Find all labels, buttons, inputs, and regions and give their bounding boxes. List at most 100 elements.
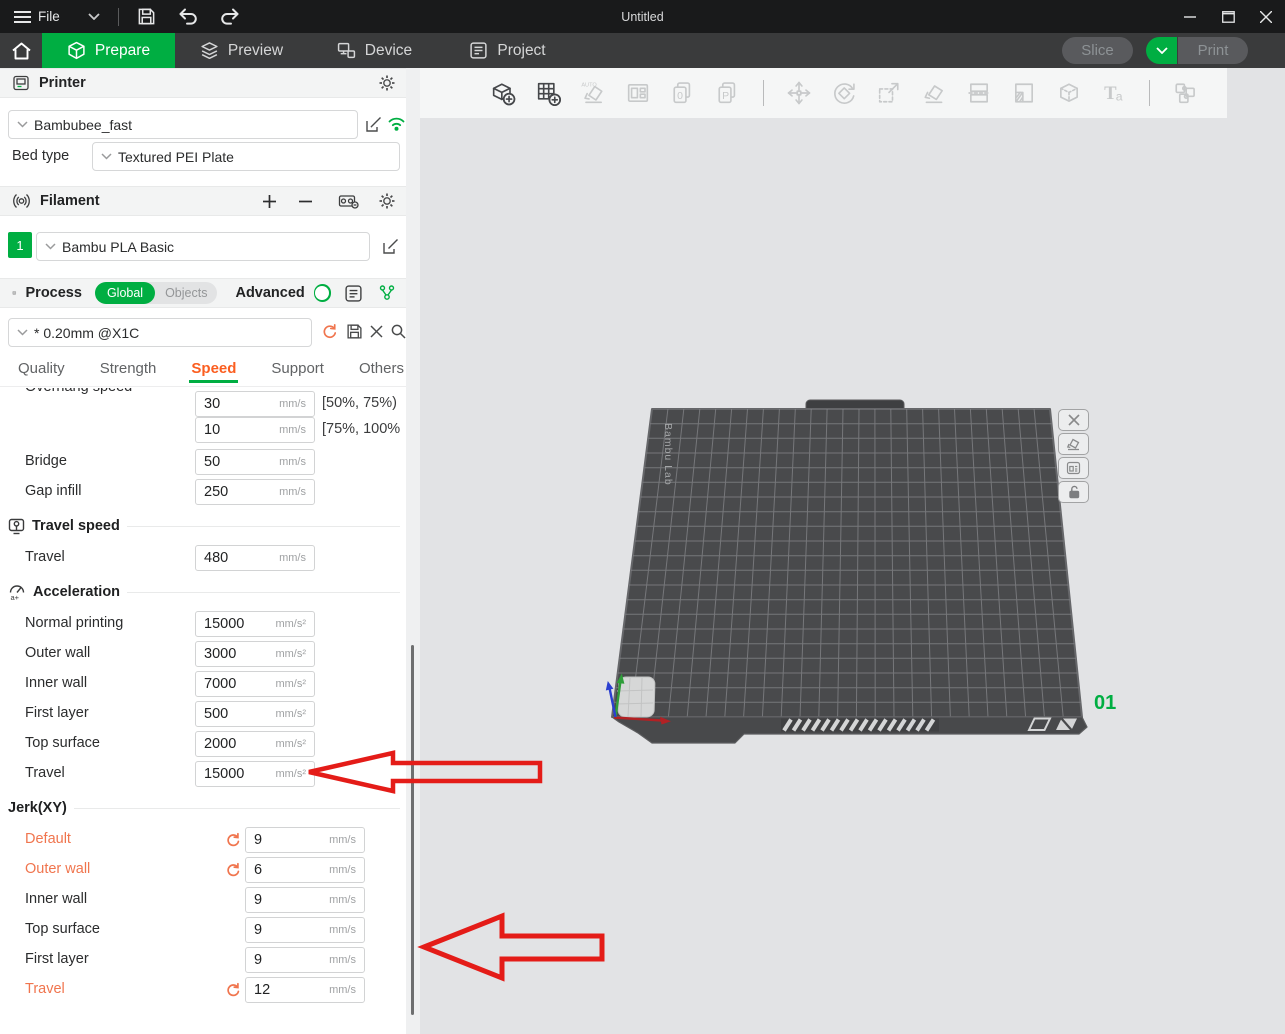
print-dropdown-button[interactable] [1146, 37, 1177, 64]
add-plate-button[interactable] [529, 73, 567, 113]
sidebar-scrollbar[interactable] [411, 645, 414, 1015]
maximize-icon [1222, 11, 1235, 23]
scope-objects-button[interactable]: Objects [155, 286, 217, 300]
wipe-pad [618, 677, 655, 717]
build-plate[interactable] [612, 409, 1082, 717]
tab-label: Device [365, 42, 412, 60]
lock-plate-button[interactable] [1058, 481, 1089, 503]
bed-type-select[interactable]: Textured PEI Plate [92, 142, 400, 171]
slice-button[interactable]: Slice [1062, 37, 1133, 64]
plate-corner-mark [1056, 719, 1077, 731]
setting-input[interactable]: 6mm/s [245, 857, 365, 883]
tab-strength[interactable]: Strength [98, 356, 159, 383]
tab-preview[interactable]: Preview [175, 33, 308, 68]
setting-unit: mm/s [329, 984, 356, 996]
redo-button[interactable] [212, 0, 248, 33]
file-menu-dropdown[interactable] [80, 0, 108, 33]
tab-speed[interactable]: Speed [189, 356, 238, 383]
setting-input[interactable]: 9mm/s [245, 947, 365, 973]
setting-input[interactable]: 2000mm/s² [195, 731, 315, 757]
settings-group-title: Jerk(XY) [8, 800, 67, 816]
add-model-button[interactable] [484, 73, 522, 113]
filament-slot-badge[interactable]: 1 [8, 232, 32, 258]
plate-number-label[interactable]: 01 [1094, 692, 1116, 715]
filament-settings-button[interactable] [378, 192, 396, 210]
scope-global-button[interactable]: Global [95, 282, 155, 304]
axis-indicator [606, 674, 671, 725]
setting-row: Default9mm/s [0, 827, 406, 853]
reset-preset-button[interactable] [321, 323, 338, 340]
edit-printer-button[interactable] [364, 115, 383, 134]
setting-input[interactable]: 3000mm/s² [195, 641, 315, 667]
process-preset-select[interactable]: * 0.20mm @X1C [8, 318, 312, 347]
advanced-toggle[interactable] [314, 284, 331, 302]
setting-input[interactable]: 15000mm/s² [195, 761, 315, 787]
scale-icon [875, 79, 903, 107]
arrange-icon [624, 79, 652, 107]
tab-prepare[interactable]: Prepare [42, 33, 175, 68]
divider [127, 526, 400, 527]
printer-connection-button[interactable] [387, 115, 406, 132]
minimize-button[interactable] [1171, 0, 1209, 33]
setting-input[interactable]: 12mm/s [245, 977, 365, 1003]
setting-input[interactable]: 500mm/s² [195, 701, 315, 727]
delete-plate-button[interactable] [1058, 409, 1089, 431]
chevron-down-icon [101, 153, 112, 160]
reset-icon[interactable] [225, 832, 241, 848]
setting-row: Travel15000mm/s² [0, 761, 406, 787]
setting-input[interactable]: 9mm/s [245, 887, 365, 913]
printer-settings-button[interactable] [378, 74, 396, 92]
tab-quality[interactable]: Quality [16, 356, 67, 383]
setting-input[interactable]: 30mm/s [195, 391, 315, 417]
setting-input[interactable]: 9mm/s [245, 917, 365, 943]
assembly-button [1166, 73, 1204, 113]
close-button[interactable] [1247, 0, 1285, 33]
slice-label: Slice [1081, 42, 1114, 59]
tab-device[interactable]: Device [308, 33, 441, 68]
ams-sync-button[interactable] [338, 192, 359, 210]
setting-input[interactable]: 10mm/s [195, 417, 315, 443]
delete-preset-button[interactable] [370, 325, 383, 338]
edit-filament-button[interactable] [381, 237, 400, 256]
tab-others[interactable]: Others [357, 356, 406, 383]
print-button[interactable]: Print [1178, 37, 1248, 64]
setting-label: Travel [25, 549, 65, 565]
setting-row: First layer500mm/s² [0, 701, 406, 727]
plate-settings-button[interactable] [1058, 457, 1089, 479]
maximize-button[interactable] [1209, 0, 1247, 33]
home-button[interactable] [0, 33, 42, 68]
setting-input[interactable]: 250mm/s [195, 479, 315, 505]
printer-preset-select[interactable]: Bambubee_fast [8, 110, 358, 139]
file-menu-button[interactable]: File [6, 0, 68, 33]
auto-orient-icon: AUTO [579, 79, 607, 107]
add-filament-button[interactable] [262, 194, 277, 209]
reset-icon[interactable] [225, 982, 241, 998]
setting-input[interactable]: 15000mm/s² [195, 611, 315, 637]
orient-plate-button[interactable] [1058, 433, 1089, 455]
setting-label: Gap infill [25, 483, 81, 499]
setting-row: 10mm/s[75%, 100% [0, 417, 406, 443]
tab-support[interactable]: Support [269, 356, 326, 383]
divider [118, 8, 119, 26]
undo-button[interactable] [170, 0, 206, 33]
divider [74, 808, 400, 809]
save-preset-button[interactable] [346, 323, 363, 340]
reset-icon[interactable] [225, 862, 241, 878]
remove-filament-button[interactable] [298, 194, 313, 209]
reset-icon [321, 323, 338, 340]
filament-title: Filament [40, 193, 100, 209]
setting-label: Outer wall [25, 861, 90, 877]
setting-row: Top surface9mm/s [0, 917, 406, 943]
parameter-table-button[interactable] [344, 284, 363, 303]
setting-input[interactable]: 50mm/s [195, 449, 315, 475]
compare-presets-button[interactable] [378, 284, 396, 302]
tab-project[interactable]: Project [441, 33, 574, 68]
setting-input[interactable]: 9mm/s [245, 827, 365, 853]
save-button[interactable] [129, 0, 164, 33]
toggle-knob [315, 286, 329, 300]
filament-preset-select[interactable]: Bambu PLA Basic [36, 232, 370, 261]
setting-value: 2000 [204, 736, 236, 752]
setting-input[interactable]: 480mm/s [195, 545, 315, 571]
setting-input[interactable]: 7000mm/s² [195, 671, 315, 697]
search-preset-button[interactable] [390, 323, 407, 340]
